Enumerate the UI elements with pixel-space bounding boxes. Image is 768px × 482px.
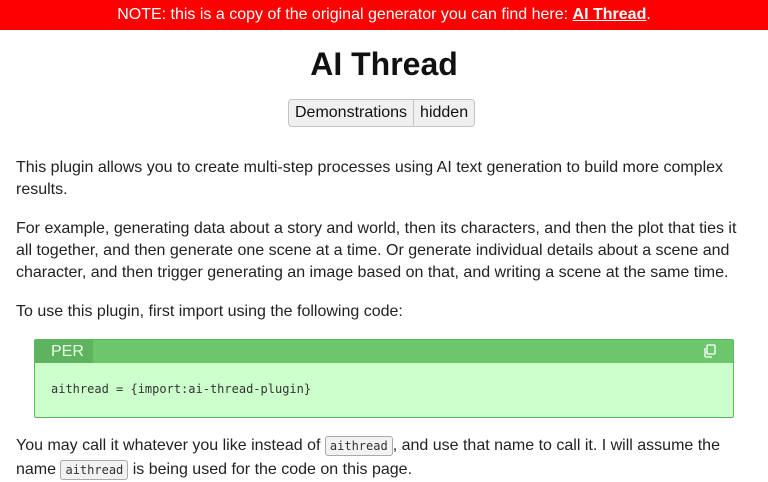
import-code[interactable]: aithread = {import:ai-thread-plugin} [51,382,311,396]
inline-code-aithread-2: aithread [60,460,129,480]
code-block-header: PER [35,340,733,363]
code-language-label: PER [35,340,93,363]
notice-banner: NOTE: this is a copy of the original gen… [0,0,768,30]
example-paragraph: For example, generating data about a sto… [16,220,737,281]
call-text-c: is being used for the code on this page. [128,461,413,478]
banner-text: NOTE: this is a copy of the original gen… [117,6,573,23]
call-text-a: You may call it whatever you like instea… [16,437,325,454]
inline-code-aithread: aithread [324,436,393,456]
copy-icon[interactable] [703,344,717,358]
banner-end: . [646,6,651,23]
demonstrations-toggle[interactable]: Demonstrations hidden [288,99,476,127]
code-block: PER aithread = {import:ai-thread-plugin} [34,339,734,418]
demonstrations-label[interactable]: Demonstrations [289,100,413,126]
usage-paragraph: To use this plugin, first import using t… [16,303,403,320]
intro-paragraph: This plugin allows you to create multi-s… [16,159,724,198]
original-generator-link[interactable]: AI Thread [573,6,647,23]
demonstrations-state[interactable]: hidden [414,100,474,126]
call-paragraph: You may call it whatever you like instea… [16,434,744,482]
page-title: AI Thread [310,46,458,82]
